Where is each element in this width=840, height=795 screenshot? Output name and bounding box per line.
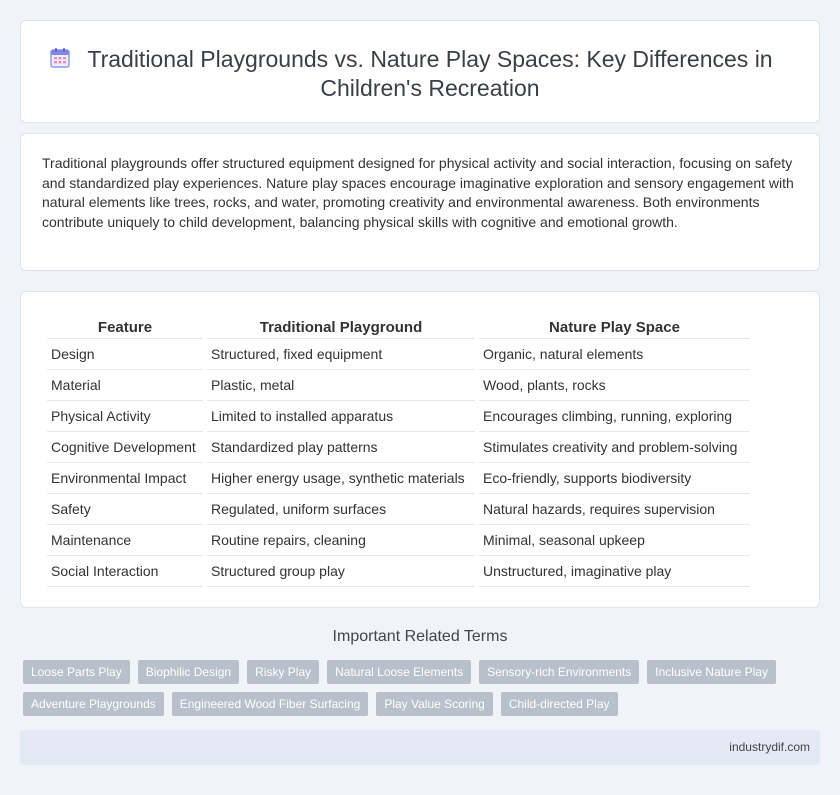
traditional-cell: Routine repairs, cleaning [207, 525, 475, 556]
table-row: Safety Regulated, uniform surfaces Natur… [47, 494, 750, 525]
feature-cell: Social Interaction [47, 556, 203, 587]
table-row: Social Interaction Structured group play… [47, 556, 750, 587]
table-header-row: Feature Traditional Playground Nature Pl… [47, 316, 750, 339]
nature-cell: Unstructured, imaginative play [479, 556, 750, 587]
table-row: Cognitive Development Standardized play … [47, 432, 750, 463]
intro-paragraph: Traditional playgrounds offer structured… [42, 155, 794, 230]
header-traditional: Traditional Playground [207, 316, 475, 339]
tag-link[interactable]: Natural Loose Elements [327, 660, 472, 684]
tag-link[interactable]: Sensory-rich Environments [479, 660, 640, 684]
intro-card: Traditional playgrounds offer structured… [20, 133, 820, 271]
nature-cell: Minimal, seasonal upkeep [479, 525, 750, 556]
feature-cell: Material [47, 370, 203, 401]
footer: industrydif.com [20, 730, 820, 765]
comparison-table: Feature Traditional Playground Nature Pl… [43, 316, 754, 587]
header-feature: Feature [47, 316, 203, 339]
tag-link[interactable]: Inclusive Nature Play [647, 660, 776, 684]
feature-cell: Design [47, 339, 203, 370]
related-terms-heading: Important Related Terms [332, 628, 508, 645]
traditional-cell: Standardized play patterns [207, 432, 475, 463]
nature-cell: Wood, plants, rocks [479, 370, 750, 401]
nature-cell: Organic, natural elements [479, 339, 750, 370]
tag-link[interactable]: Risky Play [247, 660, 320, 684]
title-card: Traditional Playgrounds vs. Nature Play … [20, 20, 820, 123]
footer-site-link[interactable]: industrydif.com [729, 740, 810, 754]
table-row: Design Structured, fixed equipment Organ… [47, 339, 750, 370]
traditional-cell: Plastic, metal [207, 370, 475, 401]
traditional-cell: Structured, fixed equipment [207, 339, 475, 370]
tag-link[interactable]: Loose Parts Play [23, 660, 130, 684]
nature-cell: Encourages climbing, running, exploring [479, 401, 750, 432]
tag-link[interactable]: Child-directed Play [500, 692, 618, 716]
tag-link[interactable]: Adventure Playgrounds [23, 692, 164, 716]
comparison-card: Feature Traditional Playground Nature Pl… [20, 291, 820, 608]
tag-row: Loose Parts Play Biophilic Design Risky … [23, 660, 823, 684]
table-row: Material Plastic, metal Wood, plants, ro… [47, 370, 750, 401]
traditional-cell: Regulated, uniform surfaces [207, 494, 475, 525]
nature-cell: Eco-friendly, supports biodiversity [479, 463, 750, 494]
header-nature: Nature Play Space [479, 316, 750, 339]
feature-cell: Physical Activity [47, 401, 203, 432]
nature-cell: Stimulates creativity and problem-solvin… [479, 432, 750, 463]
table-row: Physical Activity Limited to installed a… [47, 401, 750, 432]
tag-link[interactable]: Engineered Wood Fiber Surfacing [171, 692, 369, 716]
traditional-cell: Limited to installed apparatus [207, 401, 475, 432]
nature-cell: Natural hazards, requires supervision [479, 494, 750, 525]
traditional-cell: Structured group play [207, 556, 475, 587]
table-row: Maintenance Routine repairs, cleaning Mi… [47, 525, 750, 556]
feature-cell: Environmental Impact [47, 463, 203, 494]
table-row: Environmental Impact Higher energy usage… [47, 463, 750, 494]
related-terms-tags: Loose Parts Play Biophilic Design Risky … [23, 660, 823, 724]
tag-link[interactable]: Play Value Scoring [376, 692, 493, 716]
traditional-cell: Higher energy usage, synthetic materials [207, 463, 475, 494]
page-title: Traditional Playgrounds vs. Nature Play … [87, 46, 773, 101]
tag-link[interactable]: Biophilic Design [137, 660, 240, 684]
tag-row: Adventure Playgrounds Engineered Wood Fi… [23, 692, 823, 716]
feature-cell: Safety [47, 494, 203, 525]
feature-cell: Maintenance [47, 525, 203, 556]
feature-cell: Cognitive Development [47, 432, 203, 463]
